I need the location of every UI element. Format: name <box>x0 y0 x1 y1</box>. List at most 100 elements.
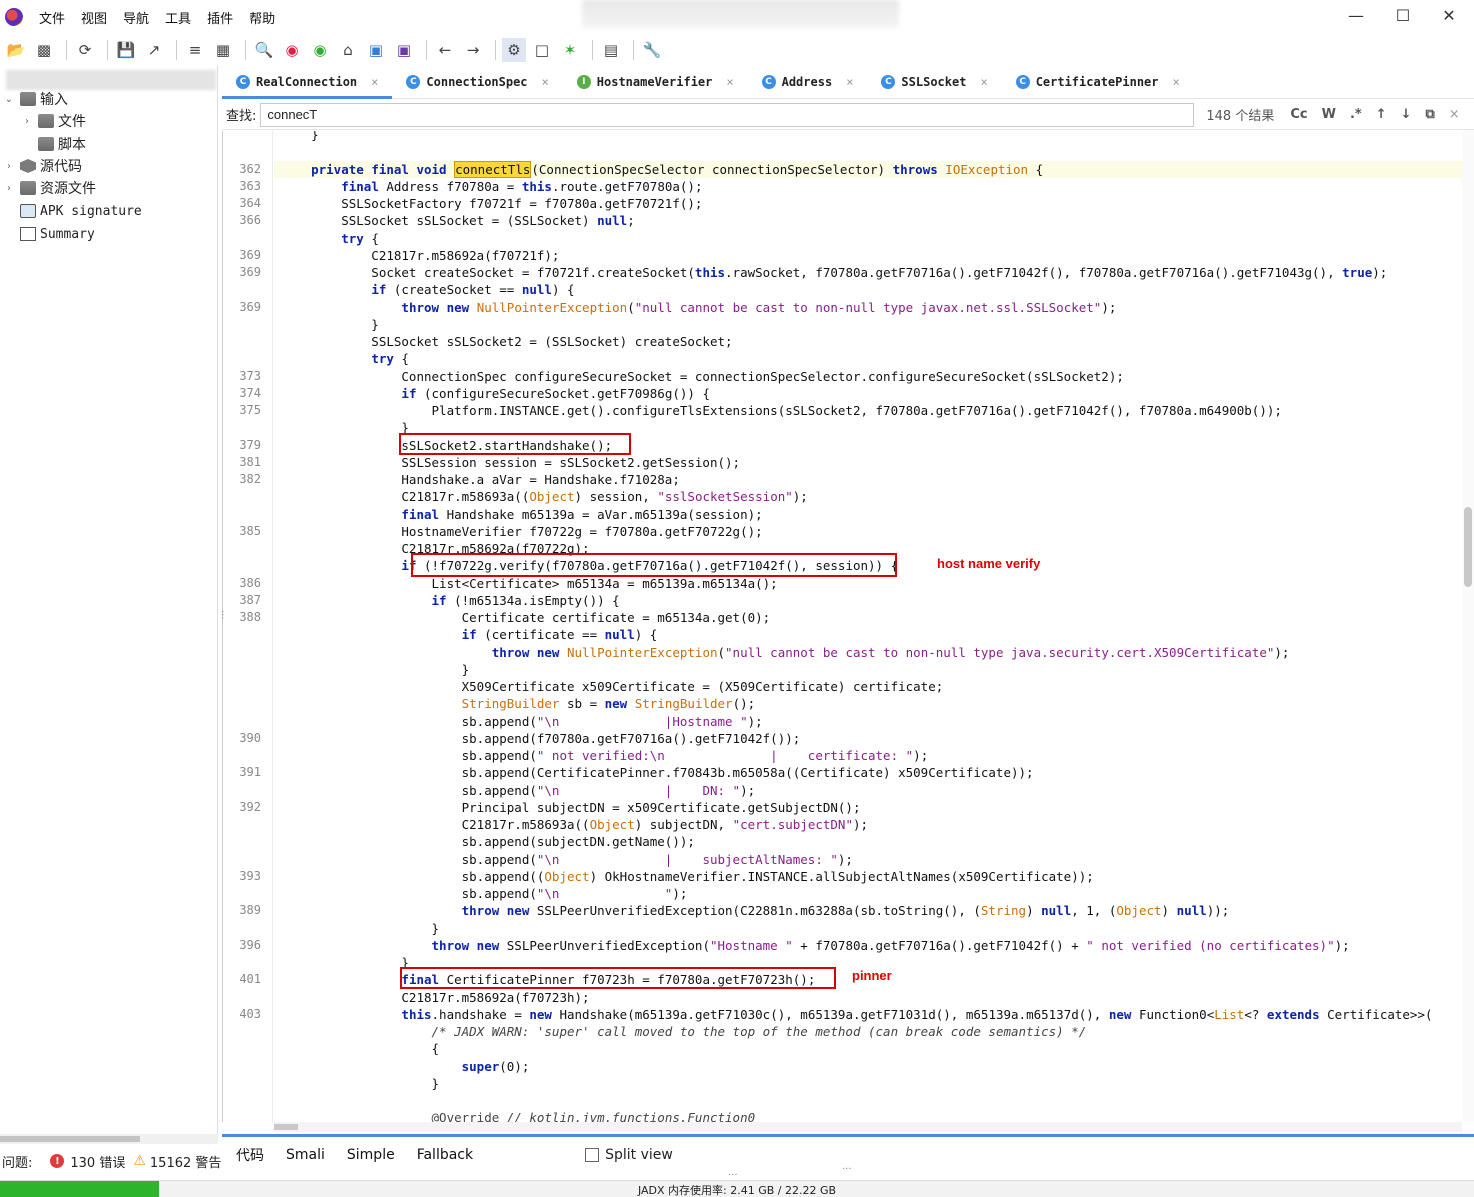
chevron-right-icon[interactable]: › <box>2 161 16 172</box>
find-usage-icon[interactable]: ◉ <box>308 38 332 62</box>
code-line[interactable]: List<Certificate> m65134a = m65139a.m651… <box>281 575 778 592</box>
export-icon[interactable]: ↗ <box>142 38 166 62</box>
code-line[interactable]: try { <box>281 350 409 367</box>
tab-simple[interactable]: Simple <box>347 1147 395 1163</box>
code-line[interactable]: throw new NullPointerException("null can… <box>281 299 1116 316</box>
code-line[interactable]: StringBuilder sb = new StringBuilder(); <box>281 695 756 712</box>
code-vertical-scrollbar[interactable] <box>1462 131 1474 1122</box>
code-line[interactable]: Principal subjectDN = x509Certificate.ge… <box>281 799 861 816</box>
chevron-down-icon[interactable]: ⌄ <box>2 94 16 105</box>
code-line[interactable]: } <box>281 661 470 678</box>
split-view-label[interactable]: Split view <box>605 1147 673 1163</box>
scrollbar-thumb[interactable] <box>1464 507 1472 587</box>
bookmark-icon[interactable]: □ <box>530 38 554 62</box>
save-all-icon[interactable]: ▩ <box>32 38 56 62</box>
code-line[interactable]: Handshake.a aVar = Handshake.f71028a; <box>281 471 679 488</box>
sidebar-splitter-grip-icon[interactable]: ··· <box>216 610 227 620</box>
menu-help[interactable]: 帮助 <box>249 8 275 27</box>
code-line[interactable]: sb.append(f70780a.getF70716a().getF71042… <box>281 730 801 747</box>
sidebar-horizontal-scrollbar[interactable] <box>0 1134 218 1144</box>
decompile-icon[interactable]: ▦ <box>211 38 235 62</box>
code-line[interactable]: } <box>281 920 440 937</box>
tab-smali[interactable]: Smali <box>286 1147 325 1163</box>
code-line[interactable]: this.handshake = new Handshake(m65139a.g… <box>281 1006 1432 1023</box>
code-line[interactable]: Socket createSocket = f70721f.createSock… <box>281 264 1387 281</box>
code-line[interactable]: Platform.INSTANCE.get().configureTlsExte… <box>281 402 1282 419</box>
code-line[interactable]: C21817r.m58693a((Object) session, "sslSo… <box>281 488 807 505</box>
code-line[interactable]: X509Certificate x509Certificate = (X509C… <box>281 678 944 695</box>
quark-icon[interactable]: ⚙ <box>502 38 526 62</box>
mark-all-button[interactable]: ⧉ <box>1426 107 1435 122</box>
code-line[interactable]: } <box>281 131 319 143</box>
code-editor[interactable]: 362 363 364 366 369 369 369 373 374 375 379 381 382 3… <box>222 131 1474 1122</box>
tab-connectionspec[interactable]: C ConnectionSpec × <box>392 65 562 98</box>
code-line[interactable]: sb.append("\n | DN: "); <box>281 782 756 799</box>
code-line[interactable]: final CertificatePinner f70723h = f70780… <box>281 971 815 988</box>
code-line[interactable]: if (!m65134a.isEmpty()) { <box>281 592 620 609</box>
home-icon[interactable]: ⌂ <box>336 38 360 62</box>
menu-view[interactable]: 视图 <box>81 8 107 27</box>
code-line[interactable]: /* JADX WARN: 'super' call moved to the … <box>281 1023 1087 1040</box>
forward-icon[interactable]: → <box>461 38 485 62</box>
tab-fallback[interactable]: Fallback <box>417 1147 473 1163</box>
close-tab-icon[interactable]: × <box>980 75 987 89</box>
match-case-button[interactable]: Cc <box>1290 107 1307 122</box>
splitter-grip-icon[interactable]: ··· <box>842 1164 852 1175</box>
code-line[interactable]: ConnectionSpec configureSecureSocket = c… <box>281 368 1123 385</box>
menu-navigation[interactable]: 导航 <box>123 8 149 27</box>
tree-item-input[interactable]: ⌄ 输入 <box>2 88 68 110</box>
code-line[interactable]: SSLSocketFactory f70721f = f70780a.getF7… <box>281 195 702 212</box>
tree-item-resources[interactable]: › 资源文件 <box>2 177 96 199</box>
back-icon[interactable]: ← <box>433 38 457 62</box>
flatten-icon[interactable]: ≡ <box>183 38 207 62</box>
log-icon[interactable]: ▤ <box>599 38 623 62</box>
code-line[interactable]: super(0); <box>281 1058 530 1075</box>
code-line[interactable]: C21817r.m58693a((Object) subjectDN, "cer… <box>281 816 868 833</box>
close-tab-icon[interactable]: × <box>1173 75 1180 89</box>
window-icon[interactable]: ▣ <box>364 38 388 62</box>
problems-summary[interactable]: 问题: ! 130 错误 ⚠ 15162 警告 <box>0 1148 222 1174</box>
close-window-button[interactable]: ✕ <box>1434 6 1464 28</box>
tree-item-apk-signature[interactable]: APK signature <box>2 200 142 222</box>
tab-realconnection[interactable]: C RealConnection × <box>222 65 393 99</box>
close-tab-icon[interactable]: × <box>542 75 549 89</box>
menu-tools[interactable]: 工具 <box>165 8 191 27</box>
close-search-button[interactable]: × <box>1449 107 1460 122</box>
tab-address[interactable]: C Address × <box>748 65 868 98</box>
tree-item-source-code[interactable]: › 源代码 <box>2 155 82 177</box>
smali-icon[interactable]: ▣ <box>392 38 416 62</box>
code-line[interactable]: private final void connectTls(Connection… <box>274 160 1464 178</box>
code-line[interactable]: } <box>281 1075 440 1092</box>
code-line[interactable]: @Override // kotlin.jvm.functions.Functi… <box>281 1109 756 1122</box>
chevron-right-icon[interactable]: › <box>20 116 34 127</box>
code-line[interactable]: final Address f70780a = this.route.getF7… <box>281 178 702 195</box>
code-line[interactable]: { <box>281 1040 440 1057</box>
code-horizontal-scrollbar[interactable] <box>274 1122 1462 1132</box>
regex-button[interactable]: .* <box>1350 107 1362 122</box>
find-class-icon[interactable]: ◉ <box>280 38 304 62</box>
code-line[interactable]: if (certificate == null) { <box>281 626 658 643</box>
tab-sslsocket[interactable]: C SSLSocket × <box>867 65 1001 98</box>
sync-icon[interactable]: ⟳ <box>73 38 97 62</box>
search-input[interactable] <box>260 102 1195 127</box>
minimize-button[interactable]: — <box>1341 6 1371 28</box>
code-line[interactable]: sb.append("\n "); <box>281 885 688 902</box>
save-icon[interactable]: 💾 <box>114 38 138 62</box>
code-line[interactable]: sb.append(CertificatePinner.f70843b.m650… <box>281 764 1034 781</box>
close-tab-icon[interactable]: × <box>726 75 733 89</box>
scrollbar-thumb[interactable] <box>0 1136 140 1142</box>
code-line[interactable]: sb.append("\n |Hostname "); <box>281 713 763 730</box>
tree-item-files[interactable]: › 文件 <box>20 110 86 132</box>
debug-icon[interactable]: ✶ <box>558 38 582 62</box>
whole-word-button[interactable]: W <box>1322 107 1336 122</box>
splitter-grip-icon[interactable]: ··· <box>728 1170 738 1181</box>
code-line[interactable]: throw new NullPointerException("null can… <box>281 644 1290 661</box>
code-line[interactable]: throw new SSLPeerUnverifiedException(C22… <box>281 902 1230 919</box>
code-line[interactable]: if (configureSecureSocket.getF70986g()) … <box>281 385 710 402</box>
menu-plugins[interactable]: 插件 <box>207 8 233 27</box>
tree-item-summary[interactable]: Summary <box>2 223 95 245</box>
menu-file[interactable]: 文件 <box>39 8 65 27</box>
code-line[interactable]: sb.append((Object) OkHostnameVerifier.IN… <box>281 868 1094 885</box>
split-view-checkbox[interactable] <box>585 1147 600 1162</box>
code-line[interactable]: HostnameVerifier f70722g = f70780a.getF7… <box>281 523 762 540</box>
